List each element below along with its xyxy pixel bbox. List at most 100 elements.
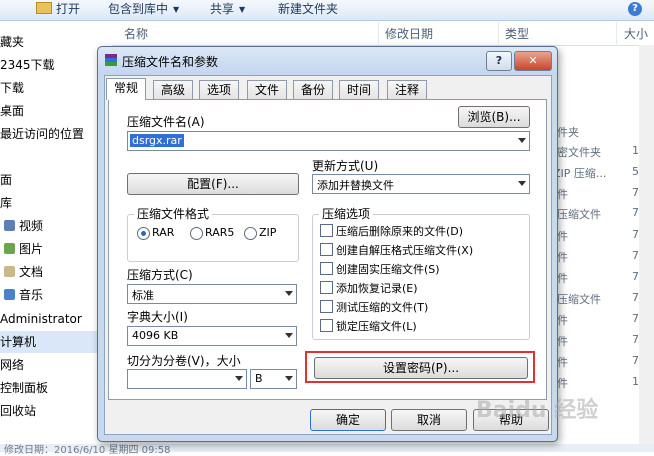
checkbox-delete-after[interactable] [320,224,333,237]
nav-item-recent-places[interactable]: 最近访问的位置 [0,123,84,145]
nav-item-recycle-bin[interactable]: 回收站 [0,400,36,422]
checkbox-test-archive[interactable] [320,300,333,313]
nav-item-downloads[interactable]: 下载 [0,77,24,99]
file-type-cell: 件夹 [557,126,579,139]
column-divider[interactable] [378,22,379,44]
picture-icon [4,243,15,254]
checkbox-sfx[interactable] [320,243,333,256]
tab-general[interactable]: 常规 [106,78,147,100]
checkbox-delete-after-label[interactable]: 压缩后删除原来的文件(D) [336,223,463,239]
include-in-library-button[interactable]: 包含到库中 ▼ [108,0,179,20]
nav-item-videos[interactable]: 视频 [0,215,43,237]
nav-item-2345-downloads[interactable]: 2345下载 [0,54,55,76]
music-icon [4,289,15,300]
vertical-scrollbar[interactable] [639,45,654,452]
cancel-button[interactable]: 取消 [391,409,467,431]
update-mode-select[interactable]: 添加并替换文件 [312,174,530,194]
video-icon [4,220,15,231]
chevron-down-icon[interactable] [518,138,526,143]
new-folder-button[interactable]: 新建文件夹 [278,0,338,20]
archive-name-label: 压缩文件名(A) [127,115,205,129]
file-type-cell: 件 [557,230,568,243]
nav-item-documents[interactable]: 文档 [0,261,43,283]
highlight-box [305,351,535,383]
chevron-down-icon: ▼ [173,5,180,14]
nav-item-control-panel[interactable]: 控制面板 [0,377,48,399]
status-text: 修改日期：2016/6/10 星期四 09:58 [4,445,171,456]
radio-rar5-label[interactable]: RAR5 [205,226,234,239]
checkbox-solid[interactable] [320,262,333,275]
split-unit-value: B [255,372,263,385]
folder-icon [36,2,52,14]
tab-files[interactable]: 文件 [247,80,288,99]
file-type-cell: 件 [557,314,568,327]
column-header-row: 名称 修改日期 类型 大小 [112,21,654,46]
file-type-cell: 件 [557,377,568,390]
archive-options-title: 压缩选项 [319,205,374,222]
dialog-close-button[interactable]: ✕ [514,51,552,71]
nav-item-network[interactable]: 网络 [0,354,24,376]
open-button[interactable]: 打开 [36,0,80,20]
chevron-down-icon[interactable] [285,376,293,381]
archive-name-value: dsrgx.rar [130,134,184,147]
winrar-icon [105,54,117,66]
nav-item-favorites[interactable]: 藏夹 [0,31,24,53]
column-type[interactable]: 类型 [505,25,529,42]
tab-advanced[interactable]: 高级 [153,80,194,99]
ok-button[interactable]: 确定 [310,409,386,431]
file-type-cell: 压缩文件 [557,293,601,306]
column-size[interactable]: 大小 [624,25,648,42]
share-button[interactable]: 共享 ▼ [210,0,245,20]
archive-format-title: 压缩文件格式 [134,205,213,222]
checkbox-test-archive-label[interactable]: 测试压缩的文件(T) [336,299,428,315]
checkbox-recovery-record[interactable] [320,281,333,294]
explorer-toolbar: 打开 包含到库中 ▼ 共享 ▼ 新建文件夹 ? [0,0,654,21]
tab-backup[interactable]: 备份 [293,80,334,99]
file-type-cell: 件 [557,335,568,348]
chevron-down-icon[interactable] [285,291,293,296]
nav-item-desktop[interactable]: 桌面 [0,100,24,122]
radio-rar5[interactable] [190,227,203,240]
column-modified[interactable]: 修改日期 [385,25,433,42]
tab-time[interactable]: 时间 [339,80,380,99]
column-divider[interactable] [498,22,499,44]
dictionary-size-select[interactable]: 4096 KB [127,326,297,346]
nav-item-music[interactable]: 音乐 [0,284,43,306]
column-name[interactable]: 名称 [124,25,148,42]
checkbox-sfx-label[interactable]: 创建自解压格式压缩文件(X) [336,242,473,258]
dialog-title: 压缩文件名和参数 [122,55,219,69]
checkbox-lock-archive[interactable] [320,319,333,332]
nav-item-libraries[interactable]: 库 [0,192,12,214]
split-unit-select[interactable]: B [250,369,297,389]
update-mode-value: 添加并替换文件 [317,179,394,192]
dialog-titlebar[interactable]: 压缩文件名和参数 ? ✕ [98,47,557,75]
radio-zip[interactable] [244,227,257,240]
file-type-cell: 密文件夹 [557,146,601,159]
radio-rar-label[interactable]: RAR [152,226,174,239]
tab-comment[interactable]: 注释 [387,80,428,99]
radio-rar[interactable] [137,227,150,240]
split-size-input[interactable] [127,369,247,389]
checkbox-solid-label[interactable]: 创建固实压缩文件(S) [336,261,440,277]
column-divider[interactable] [616,22,617,44]
nav-item-pictures[interactable]: 图片 [0,238,43,260]
nav-item-administrator[interactable]: Administrator [0,308,82,330]
profiles-button[interactable]: 配置(F)... [127,173,299,195]
radio-selected-dot [141,231,146,236]
dialog-help-button[interactable]: ? [486,51,512,71]
browse-button[interactable]: 浏览(B)... [458,106,530,128]
checkbox-recovery-record-label[interactable]: 添加恢复记录(E) [336,280,418,296]
nav-item-computer[interactable]: 计算机 [0,331,100,353]
archive-name-field[interactable]: dsrgx.rar [127,131,530,151]
split-volumes-label: 切分为分卷(V)，大小 [127,354,241,368]
chevron-down-icon[interactable] [285,333,293,338]
help-icon[interactable]: ? [628,2,642,16]
nav-item-desktop-root[interactable]: 面 [0,169,12,191]
compression-method-select[interactable]: 标准 [127,284,297,304]
radio-zip-label[interactable]: ZIP [259,226,276,239]
chevron-down-icon[interactable] [235,376,243,381]
checkbox-lock-archive-label[interactable]: 锁定压缩文件(L) [336,318,417,334]
chevron-down-icon[interactable] [518,181,526,186]
file-type-cell: 件 [557,356,568,369]
tab-options[interactable]: 选项 [199,80,240,99]
